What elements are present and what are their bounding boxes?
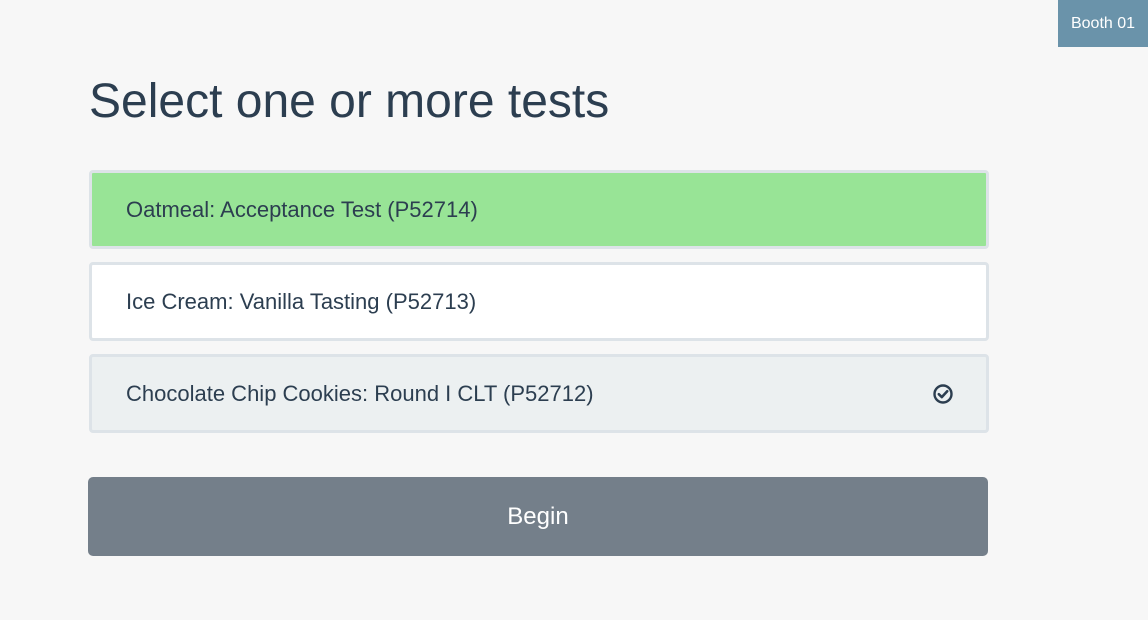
- begin-button[interactable]: Begin: [88, 477, 988, 556]
- booth-badge: Booth 01: [1058, 0, 1148, 47]
- check-circle-icon: [932, 383, 954, 405]
- test-item-label: Oatmeal: Acceptance Test (P52714): [126, 196, 478, 222]
- test-list: Oatmeal: Acceptance Test (P52714) Ice Cr…: [89, 170, 989, 446]
- test-item-oatmeal[interactable]: Oatmeal: Acceptance Test (P52714): [89, 170, 989, 249]
- test-item-ice-cream[interactable]: Ice Cream: Vanilla Tasting (P52713): [89, 262, 989, 341]
- test-item-chocolate-chip-cookies[interactable]: Chocolate Chip Cookies: Round I CLT (P52…: [89, 354, 989, 433]
- test-item-label: Ice Cream: Vanilla Tasting (P52713): [126, 288, 477, 314]
- test-item-label: Chocolate Chip Cookies: Round I CLT (P52…: [126, 380, 594, 406]
- page-title: Select one or more tests: [89, 75, 610, 128]
